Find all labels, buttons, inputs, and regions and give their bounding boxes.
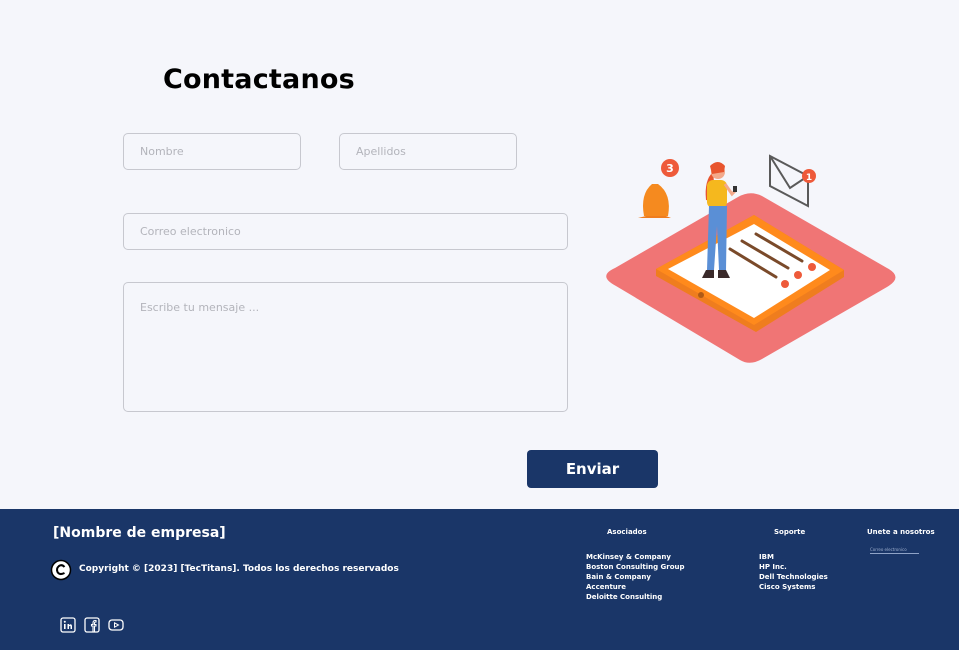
youtube-icon[interactable] <box>108 617 124 633</box>
copyright-text: Copyright © [2023] [TecTitans]. Todos lo… <box>79 564 399 574</box>
associate-link[interactable]: Deloitte Consulting <box>586 592 685 602</box>
copyright-icon <box>50 559 72 581</box>
support-list: IBM HP Inc. Dell Technologies Cisco Syst… <box>759 552 828 592</box>
linkedin-icon[interactable] <box>60 617 76 633</box>
join-title: Unete a nosotros <box>867 528 935 536</box>
associates-title: Asociados <box>607 528 647 536</box>
mail-badge-count: 1 <box>806 173 812 183</box>
page-title: Contactanos <box>163 64 355 95</box>
contact-illustration: 3 1 <box>606 154 896 363</box>
bell-badge-count: 3 <box>666 162 674 175</box>
list-dot <box>794 271 802 279</box>
support-link[interactable]: IBM <box>759 552 828 562</box>
list-dot <box>808 263 816 271</box>
email-input[interactable] <box>123 213 568 250</box>
support-link[interactable]: Cisco Systems <box>759 582 828 592</box>
associate-link[interactable]: Boston Consulting Group <box>586 562 685 572</box>
company-name: [Nombre de empresa] <box>53 525 226 541</box>
newsletter-email-input[interactable] <box>870 546 919 554</box>
footer: [Nombre de empresa] Copyright © [2023] [… <box>0 509 959 650</box>
associate-link[interactable]: Bain & Company <box>586 572 685 582</box>
associates-list: McKinsey & Company Boston Consulting Gro… <box>586 552 685 602</box>
tablet-button <box>698 292 704 298</box>
first-name-input[interactable] <box>123 133 301 170</box>
bell-body <box>643 184 669 216</box>
last-name-input[interactable] <box>339 133 517 170</box>
associate-link[interactable]: Accenture <box>586 582 685 592</box>
send-button[interactable]: Enviar <box>527 450 658 488</box>
support-link[interactable]: Dell Technologies <box>759 572 828 582</box>
associate-link[interactable]: McKinsey & Company <box>586 552 685 562</box>
message-textarea[interactable] <box>123 282 568 412</box>
support-title: Soporte <box>774 528 806 536</box>
list-dot <box>781 280 789 288</box>
support-link[interactable]: HP Inc. <box>759 562 828 572</box>
facebook-icon[interactable] <box>84 617 100 633</box>
